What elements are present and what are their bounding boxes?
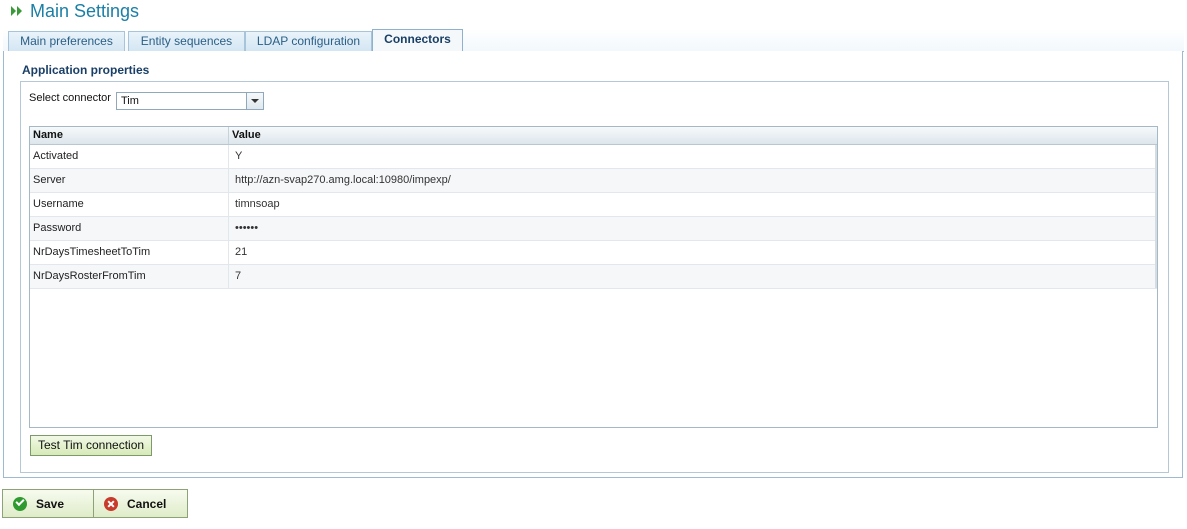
- column-header-value[interactable]: Value: [229, 127, 1155, 144]
- grid-rows: Activated Y Server http://azn-svap270.am…: [30, 145, 1157, 289]
- row-value[interactable]: http://azn-svap270.amg.local:10980/impex…: [235, 169, 1150, 192]
- chevron-down-icon[interactable]: [246, 93, 263, 109]
- check-icon: [13, 496, 27, 511]
- grid-scrollbar[interactable]: [1155, 145, 1157, 288]
- table-row[interactable]: Activated Y: [30, 145, 1157, 169]
- cancel-button[interactable]: Cancel: [93, 489, 188, 518]
- select-connector-label: Select connector: [29, 92, 111, 104]
- row-value[interactable]: 21: [235, 241, 1150, 264]
- table-row[interactable]: Password ••••••: [30, 217, 1157, 241]
- column-header-name[interactable]: Name: [30, 127, 229, 144]
- save-button-label: Save: [36, 496, 65, 511]
- tab-strip: Main preferences Entity sequences LDAP c…: [3, 29, 1184, 52]
- grid-header: Name Value: [30, 127, 1157, 145]
- row-name: Activated: [30, 145, 229, 168]
- test-connection-button[interactable]: Test Tim connection: [30, 435, 153, 456]
- row-name: NrDaysTimesheetToTim: [30, 241, 229, 264]
- page-title: Main Settings: [30, 0, 140, 21]
- section-title: Application properties: [22, 63, 150, 77]
- table-row[interactable]: NrDaysRosterFromTim 7: [30, 265, 1157, 289]
- save-button[interactable]: Save: [2, 489, 97, 518]
- row-name: Password: [30, 217, 229, 240]
- row-name: Server: [30, 169, 229, 192]
- tab-entity-sequences[interactable]: Entity sequences: [128, 31, 245, 51]
- connector-select[interactable]: Tim: [116, 92, 264, 110]
- cancel-button-label: Cancel: [127, 496, 167, 511]
- row-name: Username: [30, 193, 229, 216]
- double-chevron-right-icon: [10, 5, 24, 17]
- tab-connectors[interactable]: Connectors: [372, 29, 463, 51]
- row-value[interactable]: 7: [235, 265, 1150, 288]
- properties-grid: Name Value Activated Y Server http://azn…: [29, 126, 1158, 428]
- close-icon: [104, 496, 118, 511]
- table-row[interactable]: NrDaysTimesheetToTim 21: [30, 241, 1157, 265]
- page-header: Main Settings: [10, 0, 139, 22]
- table-row[interactable]: Username timnsoap: [30, 193, 1157, 217]
- table-row[interactable]: Server http://azn-svap270.amg.local:1098…: [30, 169, 1157, 193]
- tab-ldap-configuration[interactable]: LDAP configuration: [245, 31, 372, 51]
- tab-main-preferences[interactable]: Main preferences: [8, 31, 125, 51]
- row-value[interactable]: ••••••: [235, 217, 1150, 240]
- row-value[interactable]: timnsoap: [235, 193, 1150, 216]
- connector-select-value: Tim: [121, 95, 139, 107]
- row-name: NrDaysRosterFromTim: [30, 265, 229, 288]
- row-value[interactable]: Y: [235, 145, 1150, 168]
